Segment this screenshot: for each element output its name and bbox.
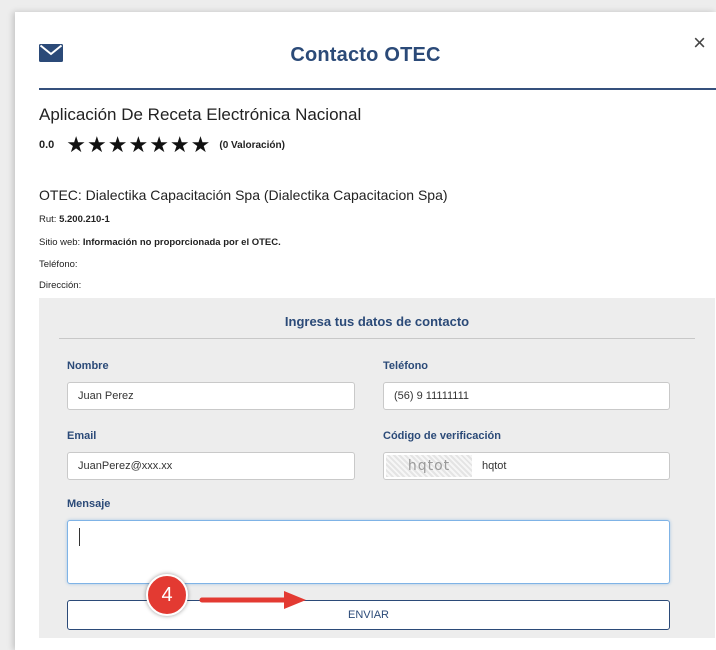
codigo-label: Código de verificación	[383, 430, 501, 442]
nombre-label: Nombre	[67, 360, 109, 372]
verification-code-input[interactable]: hqtot hqtot	[383, 452, 670, 480]
rating-value: 0.0	[39, 139, 55, 151]
contact-modal: Contacto OTEC × Aplicación De Receta Ele…	[15, 12, 716, 650]
otec-name: OTEC: Dialectika Capacitación Spa (Diale…	[39, 187, 448, 203]
email-input[interactable]: JuanPerez@xxx.xx	[67, 452, 355, 480]
telefono-input[interactable]: (56) 9 11111111	[383, 382, 670, 410]
text-caret	[79, 528, 80, 546]
contact-form: Ingresa tus datos de contacto Nombre Jua…	[39, 298, 715, 638]
rating-count: (0 Valoración)	[219, 139, 285, 151]
rut-line: Rut: 5.200.210-1	[39, 214, 110, 225]
website-value: Información no proporcionada por el OTEC…	[82, 237, 281, 248]
phone-label: Teléfono:	[39, 259, 78, 270]
mensaje-textarea[interactable]	[67, 520, 670, 584]
website-line: Sitio web: Información no proporcionada …	[39, 237, 281, 248]
course-name: Aplicación De Receta Electrónica Naciona…	[39, 105, 362, 124]
form-divider	[59, 338, 695, 339]
rut-value: 5.200.210-1	[59, 214, 110, 225]
address-label: Dirección:	[39, 280, 82, 291]
step-number-badge: 4	[146, 574, 188, 616]
modal-title: Contacto OTEC	[290, 44, 441, 66]
captcha-image: hqtot	[386, 455, 472, 477]
header-divider	[39, 88, 716, 90]
verification-code-value: hqtot	[482, 460, 507, 472]
form-heading: Ingresa tus datos de contacto	[284, 314, 470, 329]
star-rating-icon: ★★★★★★★	[66, 132, 212, 157]
telefono-label: Teléfono	[383, 360, 429, 372]
arrow-right-icon	[199, 591, 306, 609]
rating-row: 0.0 ★★★★★★★ (0 Valoración)	[39, 134, 285, 156]
email-label: Email	[67, 430, 97, 442]
close-icon[interactable]: ×	[693, 32, 706, 54]
mensaje-label: Mensaje	[67, 498, 111, 510]
rut-label: Rut:	[39, 214, 57, 225]
website-label: Sitio web:	[39, 237, 81, 248]
nombre-input[interactable]: Juan Perez	[67, 382, 355, 410]
